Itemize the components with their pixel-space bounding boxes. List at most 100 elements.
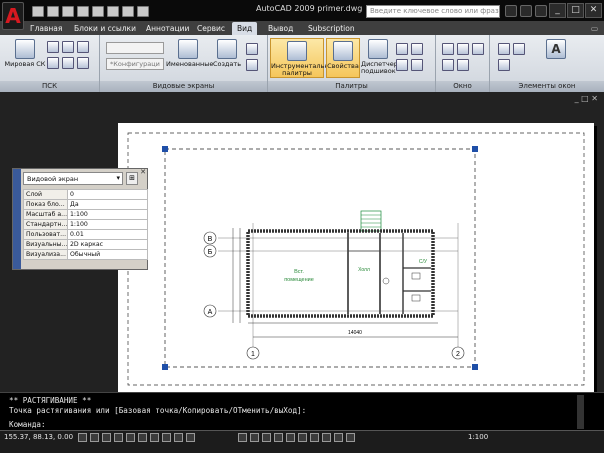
ucs-z-icon[interactable]: [47, 57, 59, 69]
snap-icon[interactable]: [78, 433, 87, 442]
property-row[interactable]: Слой 0: [23, 189, 148, 200]
drawing-area[interactable]: _ □ ✕ В Б А 1 2 14040 Вст. помещение Хол…: [0, 92, 604, 393]
sheet-set-manager-button[interactable]: Диспетчер подшивок: [361, 39, 398, 75]
viewport-grip-br[interactable]: [472, 364, 478, 370]
redo-icon[interactable]: [137, 6, 149, 17]
ucs-origin-icon[interactable]: [47, 41, 59, 53]
polar-icon[interactable]: [114, 433, 123, 442]
application-menu-button[interactable]: A: [2, 2, 24, 30]
lock-toolbar-icon[interactable]: [334, 433, 343, 442]
tool-palettes-button[interactable]: Инструментальные палитры: [270, 38, 338, 78]
open-icon[interactable]: [47, 6, 59, 17]
quickcalc-icon[interactable]: [396, 59, 408, 71]
viewport-frame[interactable]: [164, 148, 476, 368]
object-type-combo[interactable]: Видовой экран: [23, 172, 123, 185]
search-icon[interactable]: [505, 5, 517, 17]
property-value[interactable]: 1:100: [67, 209, 148, 220]
grid-icon[interactable]: [90, 433, 99, 442]
layout-icon[interactable]: [250, 433, 259, 442]
viewport-grip-tr[interactable]: [472, 146, 478, 152]
ducs-icon[interactable]: [150, 433, 159, 442]
property-row[interactable]: Показ бло... Да: [23, 199, 148, 210]
tab-output[interactable]: Вывод: [263, 22, 298, 35]
close-button[interactable]: ✕: [585, 3, 602, 18]
tab-home[interactable]: Главная: [25, 22, 67, 35]
clean-screen-icon[interactable]: [346, 433, 355, 442]
ucs-object-icon[interactable]: [77, 57, 89, 69]
world-ucs-button[interactable]: Мировая СК: [4, 39, 46, 68]
ucs-view-icon[interactable]: [62, 57, 74, 69]
subscription-center-icon[interactable]: [520, 5, 532, 17]
drawing-window-controls[interactable]: _ □ ✕: [575, 94, 598, 103]
command-line[interactable]: ** РАСТЯГИВАНИЕ ** Точка растягивания ил…: [0, 392, 604, 430]
model-icon[interactable]: [238, 433, 247, 442]
tab-annotate[interactable]: Аннотации: [141, 22, 194, 35]
viewport-join-icon[interactable]: [246, 59, 258, 71]
print-icon[interactable]: [92, 6, 104, 17]
lineweight-icon[interactable]: [174, 433, 183, 442]
markup-icon[interactable]: [411, 43, 423, 55]
property-value[interactable]: Обычный: [67, 249, 148, 260]
property-row[interactable]: Визуализа... Обычный: [23, 249, 148, 260]
otrack-icon[interactable]: [138, 433, 147, 442]
viewport-layer-combo[interactable]: [106, 42, 164, 54]
dyn-icon[interactable]: [162, 433, 171, 442]
communication-center-icon[interactable]: [535, 5, 547, 17]
text-window-button[interactable]: A: [542, 39, 570, 61]
qp-icon[interactable]: [186, 433, 195, 442]
dbconnect-icon[interactable]: [411, 59, 423, 71]
tab-tools[interactable]: Сервис: [192, 22, 230, 35]
pan-icon[interactable]: [262, 433, 271, 442]
workspace-icon[interactable]: [322, 433, 331, 442]
tile-vertical-icon[interactable]: [472, 43, 484, 55]
save-icon[interactable]: [62, 6, 74, 17]
annotation-scale[interactable]: 1:100: [468, 433, 488, 441]
command-line-icon[interactable]: [513, 43, 525, 55]
ribbon-minimize-icon[interactable]: ▭: [586, 22, 603, 35]
showmotion-icon[interactable]: [298, 433, 307, 442]
navigation-icon[interactable]: [498, 59, 510, 71]
ortho-icon[interactable]: [102, 433, 111, 442]
annotation-visibility-icon[interactable]: [310, 433, 319, 442]
property-value[interactable]: 1:100: [67, 219, 148, 230]
layout-paper[interactable]: В Б А 1 2 14040 Вст. помещение Холл С/У: [118, 123, 594, 393]
tab-subscription[interactable]: Subscription: [303, 22, 360, 35]
palette-title-strip[interactable]: [13, 169, 21, 269]
search-input[interactable]: Введите ключевое слово или фразу: [366, 5, 500, 18]
viewport-grip-bl[interactable]: [162, 364, 168, 370]
status-bar-icon[interactable]: [498, 43, 510, 55]
properties-button[interactable]: Свойства: [326, 38, 360, 78]
cascade-icon[interactable]: [442, 59, 454, 71]
command-prompt[interactable]: Команда:: [9, 420, 46, 429]
zoom-icon[interactable]: [274, 433, 283, 442]
create-viewport-button[interactable]: Создать: [212, 39, 242, 68]
viewport-config-combo[interactable]: *Конфигураци: [106, 58, 164, 70]
palette-close-icon[interactable]: ✕: [140, 168, 146, 176]
save-as-icon[interactable]: [77, 6, 89, 17]
named-viewports-button[interactable]: Именованные: [166, 39, 213, 68]
property-value[interactable]: Да: [67, 199, 148, 210]
floor-plan-drawing[interactable]: В Б А 1 2 14040 Вст. помещение Холл С/У: [118, 123, 594, 393]
switch-windows-icon[interactable]: [442, 43, 454, 55]
undo-icon[interactable]: [122, 6, 134, 17]
property-value[interactable]: 0: [67, 189, 148, 200]
osnap-icon[interactable]: [126, 433, 135, 442]
ucs-y-icon[interactable]: [77, 41, 89, 53]
minimize-button[interactable]: _: [549, 3, 566, 18]
property-value[interactable]: 0.01: [67, 229, 148, 240]
property-value[interactable]: 2D каркас: [67, 239, 148, 250]
viewport-grip-tl[interactable]: [162, 146, 168, 152]
coordinates-readout[interactable]: 155.37, 88.13, 0.00: [4, 433, 73, 441]
property-row[interactable]: Пользоват... 0.01: [23, 229, 148, 240]
properties-palette[interactable]: ✕ Видовой экран ⊞ Слой0Показ бло...ДаМас…: [12, 168, 148, 270]
command-line-scrollbar[interactable]: [577, 395, 584, 429]
design-center-icon[interactable]: [396, 43, 408, 55]
plot-icon[interactable]: [107, 6, 119, 17]
tab-view[interactable]: Вид: [232, 22, 258, 35]
property-row[interactable]: Стандартн... 1:100: [23, 219, 148, 230]
lock-icon[interactable]: [457, 59, 469, 71]
viewport-clip-icon[interactable]: [246, 43, 258, 55]
maximize-button[interactable]: □: [567, 3, 584, 18]
steering-wheel-icon[interactable]: [286, 433, 295, 442]
quick-select-icon[interactable]: ⊞: [126, 172, 138, 185]
